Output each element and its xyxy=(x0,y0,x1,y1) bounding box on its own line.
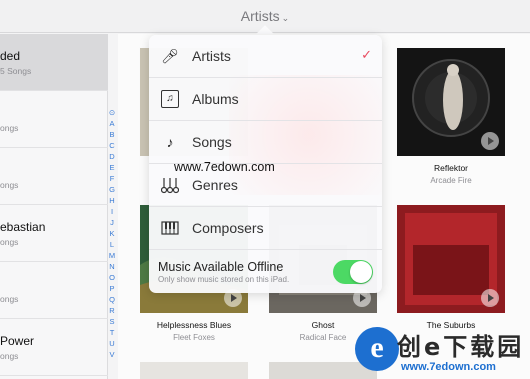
album-artist: Fleet Foxes xyxy=(173,333,215,342)
album-title: Helplessness Blues xyxy=(156,320,232,330)
logo-e-icon: e xyxy=(355,327,399,371)
artist-name: Power xyxy=(0,334,35,348)
index-letter[interactable]: R xyxy=(107,305,117,316)
menu-item-albums[interactable]: ♫ Albums xyxy=(149,78,382,121)
offline-toggle[interactable] xyxy=(333,260,373,284)
index-letter[interactable]: I xyxy=(107,206,117,217)
artist-subtitle: ongs xyxy=(0,180,19,190)
index-letter[interactable]: S xyxy=(107,316,117,327)
artists-title-button[interactable]: Artists ⌄ xyxy=(0,8,530,24)
album-artwork xyxy=(397,205,505,313)
index-letter[interactable]: H xyxy=(107,195,117,206)
menu-item-label: Genres xyxy=(192,177,238,193)
index-letter[interactable]: E xyxy=(107,162,117,173)
artist-list: ded 5 Songs ongs ongs ebastian ongs ongs… xyxy=(0,34,108,379)
artist-subtitle: ongs xyxy=(0,123,19,133)
menu-item-label: Artists xyxy=(192,48,231,64)
album-title: Reflektor xyxy=(433,163,468,173)
toggle-knob xyxy=(350,261,372,283)
artist-subtitle: ongs xyxy=(0,294,19,304)
index-letter[interactable]: G xyxy=(107,184,117,195)
index-letter[interactable]: C xyxy=(107,140,117,151)
index-letter[interactable]: O xyxy=(107,272,117,283)
piano-keys-icon xyxy=(161,219,179,237)
menu-item-composers[interactable]: Composers xyxy=(149,207,382,250)
list-item[interactable]: ongs xyxy=(0,148,108,205)
index-letter[interactable]: P xyxy=(107,283,117,294)
index-letter[interactable]: D xyxy=(107,151,117,162)
index-letter[interactable]: L xyxy=(107,239,117,250)
list-item[interactable]: ded 5 Songs xyxy=(0,34,108,91)
album-icon: ♫ xyxy=(161,90,179,108)
title-label: Artists xyxy=(240,8,280,24)
list-item[interactable]: ongs xyxy=(0,262,108,319)
offline-subtitle: Only show music stored on this iPad. xyxy=(158,275,290,284)
piano-svg xyxy=(161,221,179,235)
index-letter[interactable]: T xyxy=(107,327,117,338)
checkmark-icon: ✓ xyxy=(361,47,372,62)
album-artist: Arcade Fire xyxy=(430,176,472,185)
album-artwork[interactable] xyxy=(140,362,248,379)
index-letter[interactable]: U xyxy=(107,338,117,349)
index-letter[interactable]: N xyxy=(107,261,117,272)
index-letter[interactable]: A xyxy=(107,118,117,129)
artist-subtitle: 5 Songs xyxy=(0,66,32,76)
chevron-down-icon: ⌄ xyxy=(281,13,290,23)
index-letter[interactable]: K xyxy=(107,228,117,239)
play-icon[interactable] xyxy=(481,289,499,307)
offline-label: Music Available Offline xyxy=(158,260,284,274)
logo-chinese-text: 创e下载园 xyxy=(397,333,525,361)
index-letter[interactable]: J xyxy=(107,217,117,228)
index-letter[interactable]: V xyxy=(107,349,117,360)
index-letter[interactable]: M xyxy=(107,250,117,261)
music-note-icon: ♪ xyxy=(166,134,174,150)
index-letter[interactable]: Q xyxy=(107,294,117,305)
menu-item-artists[interactable]: 🎤︎ Artists ✓ xyxy=(149,35,382,78)
search-index-icon[interactable]: ⊙ xyxy=(107,107,117,118)
watermark-logo: e 创e下载园 www.7edown.com xyxy=(355,327,530,379)
album-card[interactable]: Reflektor Arcade Fire xyxy=(397,48,515,185)
artist-name: ded xyxy=(0,49,21,63)
menu-item-label: Composers xyxy=(192,220,264,236)
index-letter[interactable]: B xyxy=(107,129,117,140)
album-card[interactable]: The Suburbs xyxy=(397,205,515,333)
artist-name: ebastian xyxy=(0,220,46,234)
section-index[interactable]: ⊙ A B C D E F G H I J K L M N O P Q R S … xyxy=(107,107,117,360)
artist-subtitle: ongs xyxy=(0,237,19,247)
guitars-svg xyxy=(160,178,180,194)
guitars-icon xyxy=(160,176,180,194)
list-item[interactable]: ongs xyxy=(0,91,108,148)
menu-item-songs[interactable]: ♪ Songs xyxy=(149,121,382,164)
menu-item-label: Songs xyxy=(192,134,232,150)
logo-url: www.7edown.com xyxy=(401,361,496,373)
list-item[interactable]: Power ongs xyxy=(0,319,108,376)
offline-row: Music Available Offline Only show music … xyxy=(149,250,382,293)
album-artwork xyxy=(397,48,505,156)
play-icon[interactable] xyxy=(481,132,499,150)
list-item[interactable]: ebastian ongs xyxy=(0,205,108,262)
microphone-icon: 🎤︎ xyxy=(161,48,179,64)
artist-subtitle: ongs xyxy=(0,351,19,361)
index-letter[interactable]: F xyxy=(107,173,117,184)
menu-item-label: Albums xyxy=(192,91,239,107)
watermark-text: www.7edown.com xyxy=(174,160,275,174)
